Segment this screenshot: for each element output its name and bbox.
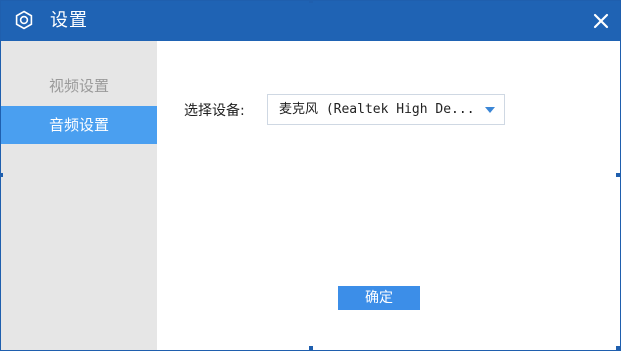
settings-dialog: 设置 视频设置 音频设置 选择设备: 麦克风 (Realtek High De.… [0,0,621,351]
resize-handle-bottom[interactable] [309,346,313,350]
audio-settings-panel: 选择设备: 麦克风 (Realtek High De... 确定 [157,41,620,350]
sidebar-item-audio-settings[interactable]: 音频设置 [1,106,157,144]
device-label: 选择设备: [184,103,245,119]
settings-sidebar: 视频设置 音频设置 [1,41,157,350]
device-select-value: 麦克风 (Realtek High De... [279,102,475,117]
sidebar-item-video-settings[interactable]: 视频设置 [1,67,157,105]
title-bar[interactable]: 设置 [1,1,620,41]
resize-handle-right[interactable] [616,173,620,177]
ok-button[interactable]: 确定 [338,286,420,310]
device-select[interactable]: 麦克风 (Realtek High De... [267,94,505,125]
resize-handle-bottom-right[interactable] [616,346,620,350]
settings-gear-icon [15,10,33,30]
close-icon[interactable] [592,12,610,30]
resize-handle-top[interactable] [309,0,313,3]
window-title: 设置 [50,10,88,31]
chevron-down-icon[interactable] [485,107,495,113]
resize-handle-left[interactable] [0,173,3,177]
